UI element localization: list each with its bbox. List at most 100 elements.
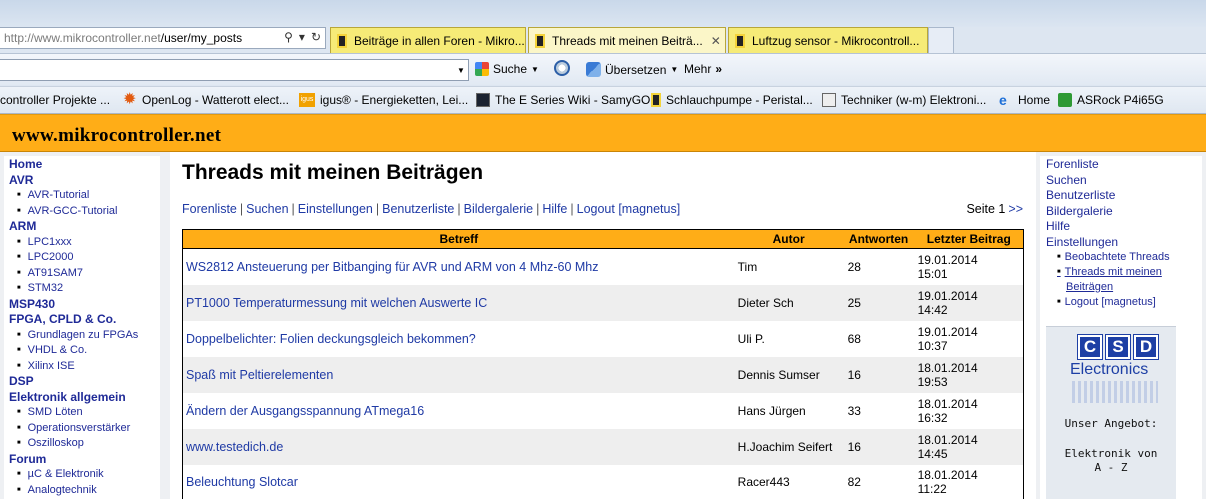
bookmarks-bar: controller Projekte ... ✹ OpenLog - Watt… xyxy=(0,86,1206,114)
column-header-subject[interactable]: Betreff xyxy=(182,229,735,249)
last-post-date: 19.01.2014 xyxy=(917,288,978,303)
column-header-last-post[interactable]: Letzter Beitrag xyxy=(914,229,1024,249)
thread-subject-link[interactable]: Spaß mit Peltierelementen xyxy=(182,356,735,393)
toolbar-search-input[interactable]: ▼ xyxy=(0,59,469,81)
table-row: Beleuchtung Slotcar Racer443 82 18.01.2014 1… xyxy=(183,465,1024,499)
forum-nav-link[interactable]: Suchen xyxy=(246,202,288,216)
translate-button[interactable]: Übersetzen ▼ xyxy=(586,62,678,77)
last-post-date: 18.01.2014 xyxy=(917,396,978,411)
nav-sub-link[interactable]: SMD Löten xyxy=(9,405,160,421)
dropdown-arrow-icon[interactable]: ▾ xyxy=(299,30,305,44)
nav-sub-link[interactable]: Xilinx ISE xyxy=(9,359,160,375)
bookmark-item[interactable]: The E Series Wiki - SamyGO xyxy=(476,93,650,107)
nav-sub-link[interactable]: Analogtechnik xyxy=(9,483,160,499)
bookmark-item[interactable]: e Home xyxy=(999,93,1050,107)
forum-nav-link[interactable]: Einstellungen xyxy=(298,202,373,216)
right-nav-link[interactable]: Hilfe xyxy=(1046,219,1202,235)
right-nav-link[interactable]: Forenliste xyxy=(1046,157,1202,173)
main-content: Threads mit meinen Beiträgen Forenliste |… xyxy=(170,152,1036,499)
nav-sub-link[interactable]: Grundlagen zu FPGAs xyxy=(9,328,160,344)
tab-title: Threads mit meinen Beiträ... xyxy=(552,33,703,48)
forum-nav-link[interactable]: Logout [magnetus] xyxy=(577,202,681,216)
thread-last-post: 18.01.2014 16:32 xyxy=(915,393,1024,429)
thread-subject-link[interactable]: Beleuchtung Slotcar xyxy=(183,465,735,499)
nav-sub-link[interactable]: STM32 xyxy=(9,281,160,297)
nav-sub-link[interactable]: VHDL & Co. xyxy=(9,343,160,359)
nav-sub-link[interactable]: LPC1xxx xyxy=(9,235,160,251)
star-burst-icon: ✹ xyxy=(123,91,137,108)
google-toolbar: ▼ Suche ▼ Übersetzen ▼ Mehr » xyxy=(0,53,1206,85)
nav-section-link[interactable]: AVR xyxy=(9,173,160,189)
more-button[interactable]: Mehr » xyxy=(684,62,722,76)
logo-reflection xyxy=(1072,381,1158,403)
forum-nav-link[interactable]: Forenliste xyxy=(182,202,237,216)
thread-subject-link[interactable]: PT1000 Temperaturmessung mit welchen Aus… xyxy=(182,284,735,321)
right-nav-link[interactable]: Suchen xyxy=(1046,173,1202,189)
chevron-down-icon[interactable]: ▼ xyxy=(454,60,468,80)
csd-electronics-logo[interactable]: C S D Electronics xyxy=(1068,334,1166,407)
right-nav-sub-link[interactable]: Logout [magnetus] xyxy=(1058,295,1202,310)
nav-section-link[interactable]: Home xyxy=(9,157,160,173)
right-nav-link[interactable]: Bildergalerie xyxy=(1046,204,1202,220)
translate-label: Übersetzen xyxy=(605,62,667,77)
ad-box[interactable]: C S D Electronics Unser Angebot: Elektro… xyxy=(1046,326,1176,499)
bookmark-item[interactable]: Schlauchpumpe - Peristal... xyxy=(651,93,813,107)
thread-subject-link[interactable]: WS2812 Ansteuerung per Bitbanging für AV… xyxy=(183,249,735,285)
nav-sub-link[interactable]: AT91SAM7 xyxy=(9,266,160,282)
nav-section-link[interactable]: ARM xyxy=(9,219,160,235)
thread-subject-link[interactable]: Ändern der Ausgangsspannung ATmega16 xyxy=(183,393,735,429)
address-icons: ⚲ ▾ ↻ xyxy=(284,30,321,44)
refresh-icon[interactable]: ↻ xyxy=(311,30,321,44)
bookmark-item[interactable]: ✹ OpenLog - Watterott elect... xyxy=(123,91,289,108)
forum-nav-link[interactable]: Hilfe xyxy=(542,202,567,216)
tab-beitraege[interactable]: Beiträge in allen Foren - Mikro... xyxy=(330,27,526,53)
column-header-author[interactable]: Autor xyxy=(734,229,843,249)
last-post-time: 10:37 xyxy=(917,338,948,353)
nav-sub-link[interactable]: AVR-GCC-Tutorial xyxy=(9,204,160,220)
nav-sub-link[interactable]: AVR-Tutorial xyxy=(9,188,160,204)
link-separator: | xyxy=(375,202,380,216)
nav-section-link[interactable]: FPGA, CPLD & Co. xyxy=(9,312,160,328)
nav-sub-link[interactable]: LPC2000 xyxy=(9,250,160,266)
nav-section-link[interactable]: Forum xyxy=(9,452,160,468)
right-nav-link[interactable]: Einstellungen xyxy=(1046,235,1202,251)
thread-subject-link[interactable]: www.testedich.de xyxy=(182,428,735,465)
table-row: Doppelbelichter: Folien deckungsgleich b… xyxy=(183,321,1024,357)
tab-luftzug[interactable]: Luftzug sensor - Mikrocontroll... xyxy=(728,27,928,53)
link-separator: | xyxy=(536,202,540,216)
nav-sub-link[interactable]: Operationsverstärker xyxy=(9,421,160,437)
compass-button[interactable] xyxy=(554,60,570,76)
thread-subject-link[interactable]: Doppelbelichter: Folien deckungsgleich b… xyxy=(183,321,735,357)
chevron-down-icon: ▼ xyxy=(670,65,679,74)
search-button[interactable]: Suche ▼ xyxy=(475,62,539,76)
nav-section-link[interactable]: DSP xyxy=(9,374,160,390)
bookmark-item[interactable]: ASRock P4i65G xyxy=(1058,93,1164,107)
nav-sub-link[interactable]: µC & Elektronik xyxy=(9,467,160,483)
forum-nav-link[interactable]: Benutzerliste xyxy=(382,202,454,216)
last-post-date: 18.01.2014 xyxy=(917,360,978,375)
site-title[interactable]: www.mikrocontroller.net xyxy=(12,125,221,147)
page-label: Seite 1 xyxy=(966,202,1006,216)
new-tab-button[interactable] xyxy=(928,27,954,53)
tab-threads[interactable]: Threads mit meinen Beiträ... ✕ xyxy=(528,27,726,53)
nav-section-link[interactable]: MSP430 xyxy=(9,297,160,313)
search-icon[interactable]: ⚲ xyxy=(284,30,293,44)
thread-last-post: 18.01.2014 11:22 xyxy=(915,465,1024,499)
close-icon[interactable]: ✕ xyxy=(711,34,721,48)
nav-sub-link[interactable]: Oszilloskop xyxy=(9,436,160,452)
bookmark-item[interactable]: igus igus® - Energieketten, Lei... xyxy=(299,93,468,107)
right-nav-sub-link[interactable]: Threads mit meinen Beiträgen xyxy=(1058,265,1202,295)
forum-nav-link[interactable]: Bildergalerie xyxy=(464,202,533,216)
bookmark-item[interactable]: Techniker (w-m) Elektroni... xyxy=(822,93,986,107)
bookmark-item[interactable]: controller Projekte ... xyxy=(0,93,110,107)
column-header-replies[interactable]: Antworten xyxy=(842,229,915,249)
thread-last-post: 19.01.2014 10:37 xyxy=(915,321,1024,357)
next-page-link[interactable]: >> xyxy=(1008,202,1023,216)
right-nav-link[interactable]: Benutzerliste xyxy=(1046,188,1202,204)
right-nav-sub-link[interactable]: Beobachtete Threads xyxy=(1058,250,1202,265)
search-label: Suche xyxy=(493,62,528,76)
nav-section-link[interactable]: Elektronik allgemein xyxy=(9,390,160,406)
web-page: www.mikrocontroller.net HomeAVRAVR-Tutor… xyxy=(0,114,1206,499)
thread-table: Betreff Autor Antworten Letzter Beitrag … xyxy=(182,229,1024,499)
address-bar[interactable]: http://www.mikrocontroller.net/user/my_p… xyxy=(0,27,326,49)
